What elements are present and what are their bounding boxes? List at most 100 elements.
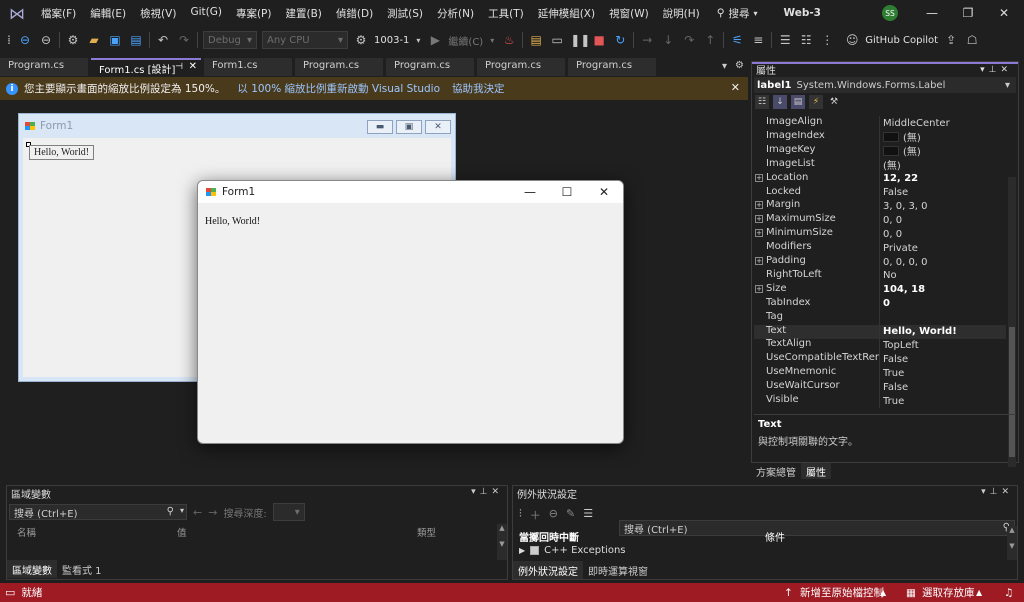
property-row[interactable]: TabIndex 0	[754, 296, 1006, 311]
property-value[interactable]: True	[880, 366, 904, 380]
new-project-icon[interactable]: ⚙	[65, 33, 81, 47]
minimize-icon[interactable]: —	[922, 4, 942, 22]
step-out-icon[interactable]: ↑	[702, 33, 718, 47]
menu-item[interactable]: 測試(S)	[380, 6, 430, 21]
save-all-icon[interactable]: ▤	[128, 33, 144, 47]
continue-icon[interactable]: ▶	[427, 33, 443, 47]
property-value[interactable]: (無)	[880, 144, 921, 158]
tab-document[interactable]: Program.cs	[568, 58, 656, 76]
remove-icon[interactable]: ⊖	[549, 507, 558, 523]
property-value[interactable]	[880, 311, 883, 325]
hot-reload-icon[interactable]: ♨	[501, 33, 517, 47]
property-value[interactable]: MiddleCenter	[880, 116, 950, 130]
chevron-down-icon[interactable]: ▾	[414, 36, 422, 45]
property-value[interactable]: Private	[880, 241, 918, 255]
tab-locals[interactable]: 區域變數	[7, 560, 57, 578]
panel-controls[interactable]: ▾⊥✕	[980, 65, 1012, 75]
tab-document[interactable]: Program.cs	[0, 58, 88, 76]
close-icon[interactable]: ✕	[189, 61, 197, 72]
property-row[interactable]: + Padding 0, 0, 0, 0	[754, 255, 1006, 269]
copilot-button[interactable]: GitHub Copilot	[865, 35, 938, 46]
expand-icon[interactable]: +	[755, 284, 763, 293]
exception-row[interactable]: ▶ C++ Exceptions	[519, 545, 626, 556]
menu-item[interactable]: 檔案(F)	[34, 6, 83, 21]
continue-button[interactable]: 繼續(C)	[448, 33, 483, 48]
property-row[interactable]: UseWaitCursor False	[754, 380, 1006, 395]
property-row[interactable]: RightToLeft No	[754, 268, 1006, 283]
property-row[interactable]: ImageKey (無)	[754, 143, 1006, 158]
tab-document[interactable]: Form1.cs	[204, 58, 292, 76]
menu-item[interactable]: 說明(H)	[656, 6, 707, 21]
property-value[interactable]: False	[880, 186, 908, 200]
share-icon[interactable]: ⇪	[943, 33, 959, 47]
property-row[interactable]: + Location 12, 22	[754, 171, 1006, 186]
expand-icon[interactable]: +	[755, 201, 763, 210]
panel-controls[interactable]: ▾⊥✕	[471, 487, 503, 497]
menu-item[interactable]: 建置(B)	[278, 6, 328, 21]
tab-immediate-window[interactable]: 即時運算視窗	[583, 561, 653, 579]
chevron-down-icon[interactable]: ▾	[488, 36, 496, 45]
property-value[interactable]: 3, 0, 3, 0	[880, 199, 928, 213]
step-into-icon[interactable]: ↓	[660, 33, 676, 47]
property-value[interactable]: 0, 0, 0, 0	[880, 255, 928, 269]
property-row[interactable]: ImageAlign MiddleCenter	[754, 116, 1006, 130]
filter-icon[interactable]: ⫶	[519, 507, 522, 523]
close-icon[interactable]: ✕	[994, 4, 1014, 22]
stop-icon[interactable]: ■	[591, 33, 607, 47]
search-forward-icon[interactable]: →	[208, 506, 217, 519]
property-value[interactable]: 12, 22	[880, 172, 918, 186]
bell-icon[interactable]: ♫	[1004, 587, 1013, 599]
property-row[interactable]: + Size 104, 18	[754, 282, 1006, 297]
exception-checkbox[interactable]	[530, 546, 540, 555]
categorized-icon[interactable]: ☷	[755, 95, 769, 109]
screen-icon[interactable]: ▭	[549, 33, 565, 47]
expand-icon[interactable]: +	[755, 173, 763, 182]
wrench-icon[interactable]: ⚒	[827, 95, 841, 109]
search-depth-dropdown[interactable]: ▾	[272, 503, 305, 521]
restart-icon[interactable]: ↻	[612, 33, 628, 47]
window-layout-icon[interactable]: ▤	[528, 33, 544, 47]
tab-form1-designer[interactable]: Form1.cs [設計] ⊣ ✕	[91, 58, 201, 76]
property-row[interactable]: ImageIndex (無)	[754, 129, 1006, 144]
locals-search-input[interactable]: 搜尋 (Ctrl+E) ⚲ ▾	[9, 504, 187, 520]
running-form-window[interactable]: Form1 — ☐ ✕ Hello, World!	[197, 180, 624, 444]
property-value[interactable]: 0, 0	[880, 213, 902, 227]
feedback-icon[interactable]: ☖	[964, 33, 980, 47]
tab-list-dropdown-icon[interactable]: ▾	[722, 61, 727, 72]
tab-solution-explorer[interactable]: 方案總管	[751, 463, 801, 479]
property-value[interactable]: (無)	[880, 158, 901, 172]
menu-item[interactable]: 偵錯(D)	[329, 6, 380, 21]
navigate-back-icon[interactable]: ⊖	[17, 33, 33, 47]
redo-icon[interactable]: ↷	[176, 33, 192, 47]
tab-watch-1[interactable]: 監看式 1	[57, 560, 107, 578]
panel-controls[interactable]: ▾⊥✕	[981, 487, 1013, 497]
property-row[interactable]: + MaximumSize 0, 0	[754, 213, 1006, 228]
alphabetical-icon[interactable]: ↓	[773, 95, 787, 109]
edit-icon[interactable]: ✎	[566, 507, 575, 523]
object-selector[interactable]: label1 System.Windows.Forms.Label ▾	[754, 77, 1016, 93]
properties-icon[interactable]: ▤	[791, 95, 805, 109]
restart-at-100-link[interactable]: 以 100% 縮放比例重新啟動 Visual Studio	[237, 81, 440, 96]
tab-document[interactable]: Program.cs	[295, 58, 383, 76]
search-box[interactable]: ⚲ 搜尋 ▾	[717, 6, 758, 21]
property-row[interactable]: Locked False	[754, 185, 1006, 200]
minimize-button[interactable]: —	[512, 183, 548, 201]
exceptions-scrollbar[interactable]: ▲ ▼	[1007, 526, 1017, 560]
menu-item[interactable]: Git(G)	[183, 6, 229, 21]
gear-icon[interactable]: ⚙	[735, 60, 744, 71]
property-value[interactable]: 0, 0	[880, 227, 902, 241]
property-value[interactable]: False	[880, 380, 908, 394]
open-folder-icon[interactable]: ▰	[86, 33, 102, 47]
list-icon[interactable]: ☰	[583, 507, 593, 523]
property-row[interactable]: TextAlign TopLeft	[754, 338, 1006, 353]
navigate-forward-icon[interactable]: ⊖	[38, 33, 54, 47]
tab-document[interactable]: Program.cs	[477, 58, 565, 76]
restore-icon[interactable]: ❐	[958, 4, 978, 22]
save-icon[interactable]: ▣	[107, 33, 123, 47]
maximize-button[interactable]: ☐	[549, 183, 585, 201]
configuration-dropdown[interactable]: Debug ▾	[203, 31, 257, 49]
property-value[interactable]: Hello, World!	[880, 325, 957, 339]
search-back-icon[interactable]: ←	[193, 506, 202, 519]
close-button[interactable]: ✕	[586, 183, 622, 201]
menu-item[interactable]: 專案(P)	[229, 6, 279, 21]
